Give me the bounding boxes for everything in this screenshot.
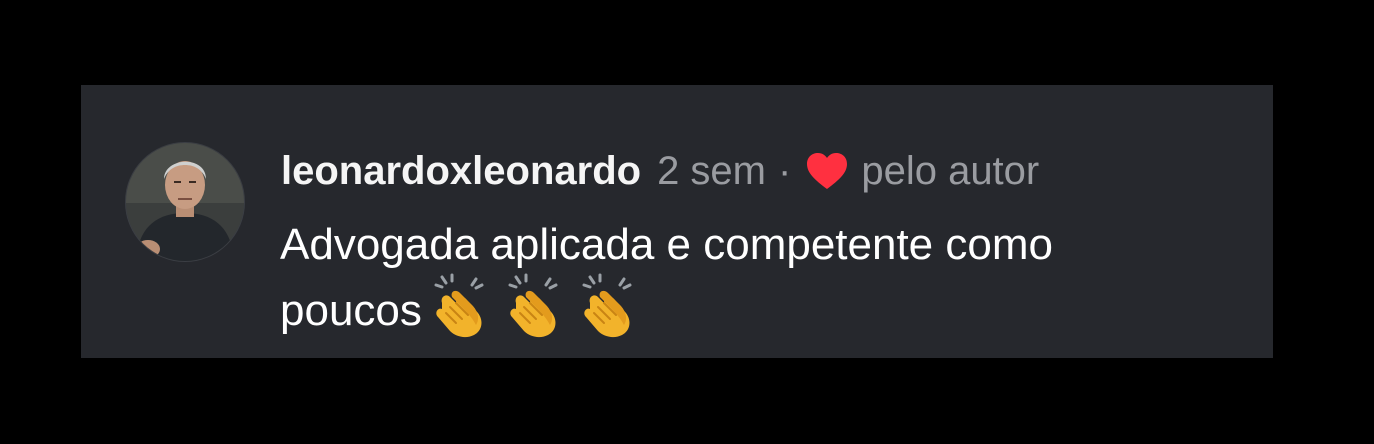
- liked-by-author-label: pelo autor: [861, 148, 1040, 193]
- separator-dot: ·: [778, 148, 792, 193]
- username-link[interactable]: leonardoxleonardo: [281, 149, 641, 194]
- comment-body: Advogada aplicada e competente como pouc…: [280, 217, 1260, 339]
- comment-text-line-2-container: poucos: [280, 273, 1260, 339]
- timestamp: 2 sem: [657, 148, 766, 193]
- clapping-hands-icon: [426, 273, 496, 339]
- comment-text-line-2: poucos: [280, 286, 422, 335]
- comment-header: leonardoxleonardo 2 sem · pelo autor: [281, 145, 1039, 197]
- clapping-hands-icon: [574, 273, 644, 339]
- heart-icon: [805, 151, 849, 191]
- comment-text-line-1: Advogada aplicada e competente como: [280, 220, 1053, 269]
- avatar[interactable]: [126, 143, 244, 261]
- clapping-hands-icon: [500, 273, 570, 339]
- comment-card: leonardoxleonardo 2 sem · pelo autor Adv…: [81, 85, 1273, 358]
